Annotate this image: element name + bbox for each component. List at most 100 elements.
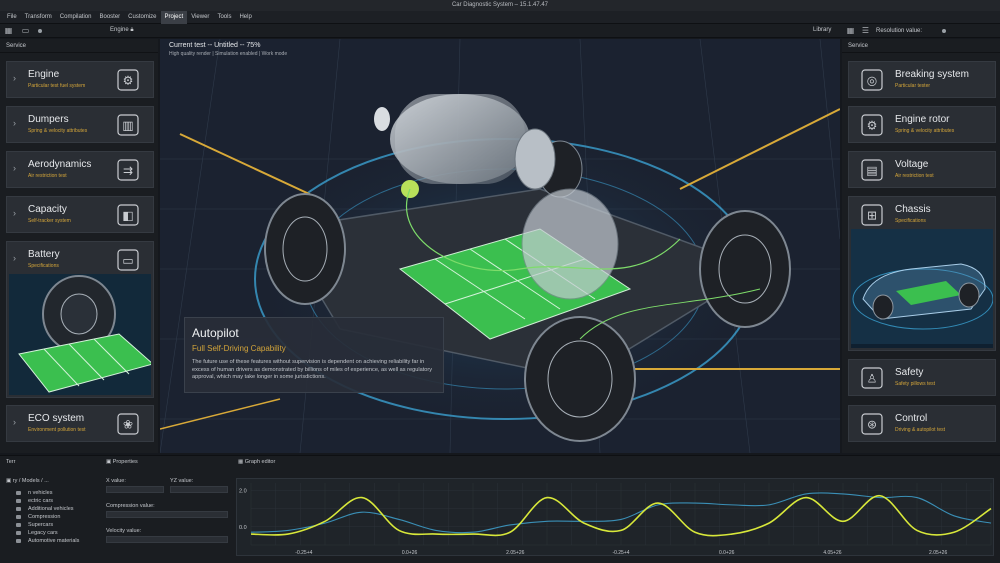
battery-preview-image	[9, 274, 151, 395]
x-tick-label: -0.25+4	[612, 550, 629, 556]
aerodynamics-icon: ⇉	[117, 159, 139, 181]
service-card-control[interactable]: Control Driving & autopilot test ⊛	[848, 405, 996, 442]
chevron-right-icon[interactable]: ›	[13, 208, 16, 218]
autopilot-subtitle: Full Self-Driving Capability	[192, 344, 286, 353]
tree-item[interactable]: Compression	[6, 513, 102, 521]
x-tick-label: 2.05+26	[506, 550, 524, 556]
preview-thumbnail	[9, 274, 151, 395]
preview-thumbnail	[851, 229, 993, 348]
grid-icon: ▦	[238, 459, 244, 465]
card-title: Dumpers	[28, 114, 69, 125]
service-card-battery[interactable]: › Battery Specifications ▭	[6, 241, 154, 398]
menu-item-file[interactable]: File	[3, 11, 21, 24]
monitor-icon[interactable]: ▭	[21, 26, 30, 35]
chassis-preview-image	[851, 229, 993, 344]
card-title: Engine	[28, 69, 60, 80]
chevron-right-icon[interactable]: ›	[13, 118, 16, 128]
library-button[interactable]: Library	[813, 27, 831, 33]
properties-title: ▣ Properties	[106, 459, 138, 465]
autopilot-title: Autopilot	[192, 326, 239, 340]
grid-icon[interactable]: ▦	[846, 26, 855, 35]
service-card-engine[interactable]: › Engine Particular test fuel system ⚙	[6, 61, 154, 98]
service-card-aerodynamics[interactable]: › Aerodynamics Air restriction test ⇉	[6, 151, 154, 188]
card-subtitle: Air restriction test	[895, 173, 934, 179]
engine-label[interactable]: Engine 🔒︎	[110, 27, 134, 34]
service-card-capacity[interactable]: › Capacity Self-tracker system ◧	[6, 196, 154, 233]
x-tick-label: 2.05+26	[929, 550, 947, 556]
card-title: ECO system	[28, 413, 85, 424]
service-card-dumpers[interactable]: › Dumpers Spring & velocity attributes ▥	[6, 106, 154, 143]
menu-item-compilation[interactable]: Compilation	[56, 11, 96, 24]
curve-chart[interactable]: 2.0 0.0 -0.25+4 0.0+26 2.05+26 -0.25+4 0.0+26 4…	[237, 479, 995, 557]
list-icon[interactable]: ☰	[861, 26, 870, 35]
card-subtitle: Environment pollution test	[28, 427, 86, 433]
card-subtitle: Driving & autopilot test	[895, 427, 946, 433]
steering-wheel-icon: ⊛	[861, 413, 883, 435]
window-title: Car Diagnostic System – 15.1.47.47	[0, 0, 1000, 11]
service-card-chassis[interactable]: Chassis Specifications ⊞	[848, 196, 996, 351]
x-value-input[interactable]	[106, 486, 164, 493]
menu-item-viewer[interactable]: Viewer	[187, 11, 213, 24]
card-subtitle: Particular test fuel system	[28, 83, 86, 89]
svg-text:⚙: ⚙	[123, 74, 134, 88]
chevron-right-icon[interactable]: ›	[13, 163, 16, 173]
card-title: Battery	[28, 249, 60, 260]
menu-item-project[interactable]: Project	[160, 10, 188, 24]
tree-item[interactable]: Additional vehicles	[6, 505, 102, 513]
service-card-safety[interactable]: Safety Safety pillows test ♙	[848, 359, 996, 396]
velocity-value-input[interactable]	[106, 536, 228, 543]
properties-panel: X value: YZ value: Compression value: Ve…	[106, 478, 228, 553]
left-service-panel: Service › Engine Particular test fuel syst…	[0, 39, 158, 453]
svg-text:⊛: ⊛	[867, 418, 877, 432]
svg-text:♙: ♙	[867, 372, 878, 386]
card-title: Voltage	[895, 159, 929, 170]
tree-item[interactable]: Automotive materials	[6, 537, 102, 545]
card-title: Engine rotor	[895, 114, 950, 125]
svg-text:⊞: ⊞	[867, 209, 877, 223]
compression-value-input[interactable]	[106, 511, 228, 518]
svg-text:◎: ◎	[867, 74, 877, 88]
yz-value-label: YZ value:	[170, 478, 194, 484]
autopilot-info-card: Autopilot Full Self-Driving Capability T…	[184, 317, 444, 393]
yz-value-input[interactable]	[170, 486, 228, 493]
tree-breadcrumb[interactable]: ▣ ry / Models / ...	[6, 478, 102, 484]
menu-item-booster[interactable]: Booster	[95, 11, 124, 24]
damper-icon: ▥	[117, 114, 139, 136]
card-subtitle: Air restriction test	[28, 173, 67, 179]
car-battery-icon: ▤	[861, 159, 883, 181]
chevron-right-icon[interactable]: ›	[13, 73, 16, 83]
compression-value-label: Compression value:	[106, 503, 155, 509]
svg-text:▤: ▤	[866, 164, 877, 178]
resolution-slider-handle[interactable]	[942, 28, 947, 33]
folder-icon: ▣	[6, 478, 12, 484]
render-viewport[interactable]: Current test -- Untitled -- 75% High qua…	[160, 39, 840, 453]
graph-editor-title: ▦ Graph editor	[238, 459, 276, 465]
service-card-eco-system[interactable]: › ECO system Environment pollution test ❀	[6, 405, 154, 442]
model-tree: ▣ ry / Models / ... n vehicles ectric car…	[6, 478, 102, 545]
toolbar: ▦ ▭ Engine 🔒︎ Library ▦ ☰ Resolution val…	[0, 24, 1000, 38]
viewport-title: Current test -- Untitled -- 75%	[169, 42, 261, 49]
tree-item[interactable]: n vehicles	[6, 489, 102, 497]
y-tick-label: 2.0	[239, 488, 247, 494]
menu-item-help[interactable]: Help	[235, 11, 255, 24]
folder-icon: ▣	[106, 459, 112, 465]
engine-icon: ⚙	[117, 69, 139, 91]
rotor-icon: ⚙	[861, 114, 883, 136]
grid-icon[interactable]: ▦	[4, 26, 13, 35]
tree-item[interactable]: Supercars	[6, 521, 102, 529]
tree-item[interactable]: Legacy cars	[6, 529, 102, 537]
tree-item[interactable]: ectric cars	[6, 497, 102, 505]
chevron-right-icon[interactable]: ›	[13, 253, 16, 263]
menu-bar: File Transform Compilation Booster Customize…	[0, 10, 1000, 24]
tree-panel-title: Terr	[6, 459, 16, 465]
card-subtitle: Self-tracker system	[28, 218, 71, 224]
service-card-breaking-system[interactable]: Breaking system Particular tester ◎	[848, 61, 996, 98]
service-card-engine-rotor[interactable]: Engine rotor Spring & velocity attributes…	[848, 106, 996, 143]
chevron-right-icon[interactable]: ›	[13, 417, 16, 427]
service-card-voltage[interactable]: Voltage Air restriction test ▤	[848, 151, 996, 188]
menu-item-transform[interactable]: Transform	[21, 11, 56, 24]
status-dot-icon[interactable]	[38, 28, 42, 33]
graph-editor[interactable]: 2.0 0.0 -0.25+4 0.0+26 2.05+26 -0.25+4 0.0+26 4…	[236, 478, 994, 556]
menu-item-customize[interactable]: Customize	[124, 11, 160, 24]
menu-item-tools[interactable]: Tools	[213, 11, 235, 24]
